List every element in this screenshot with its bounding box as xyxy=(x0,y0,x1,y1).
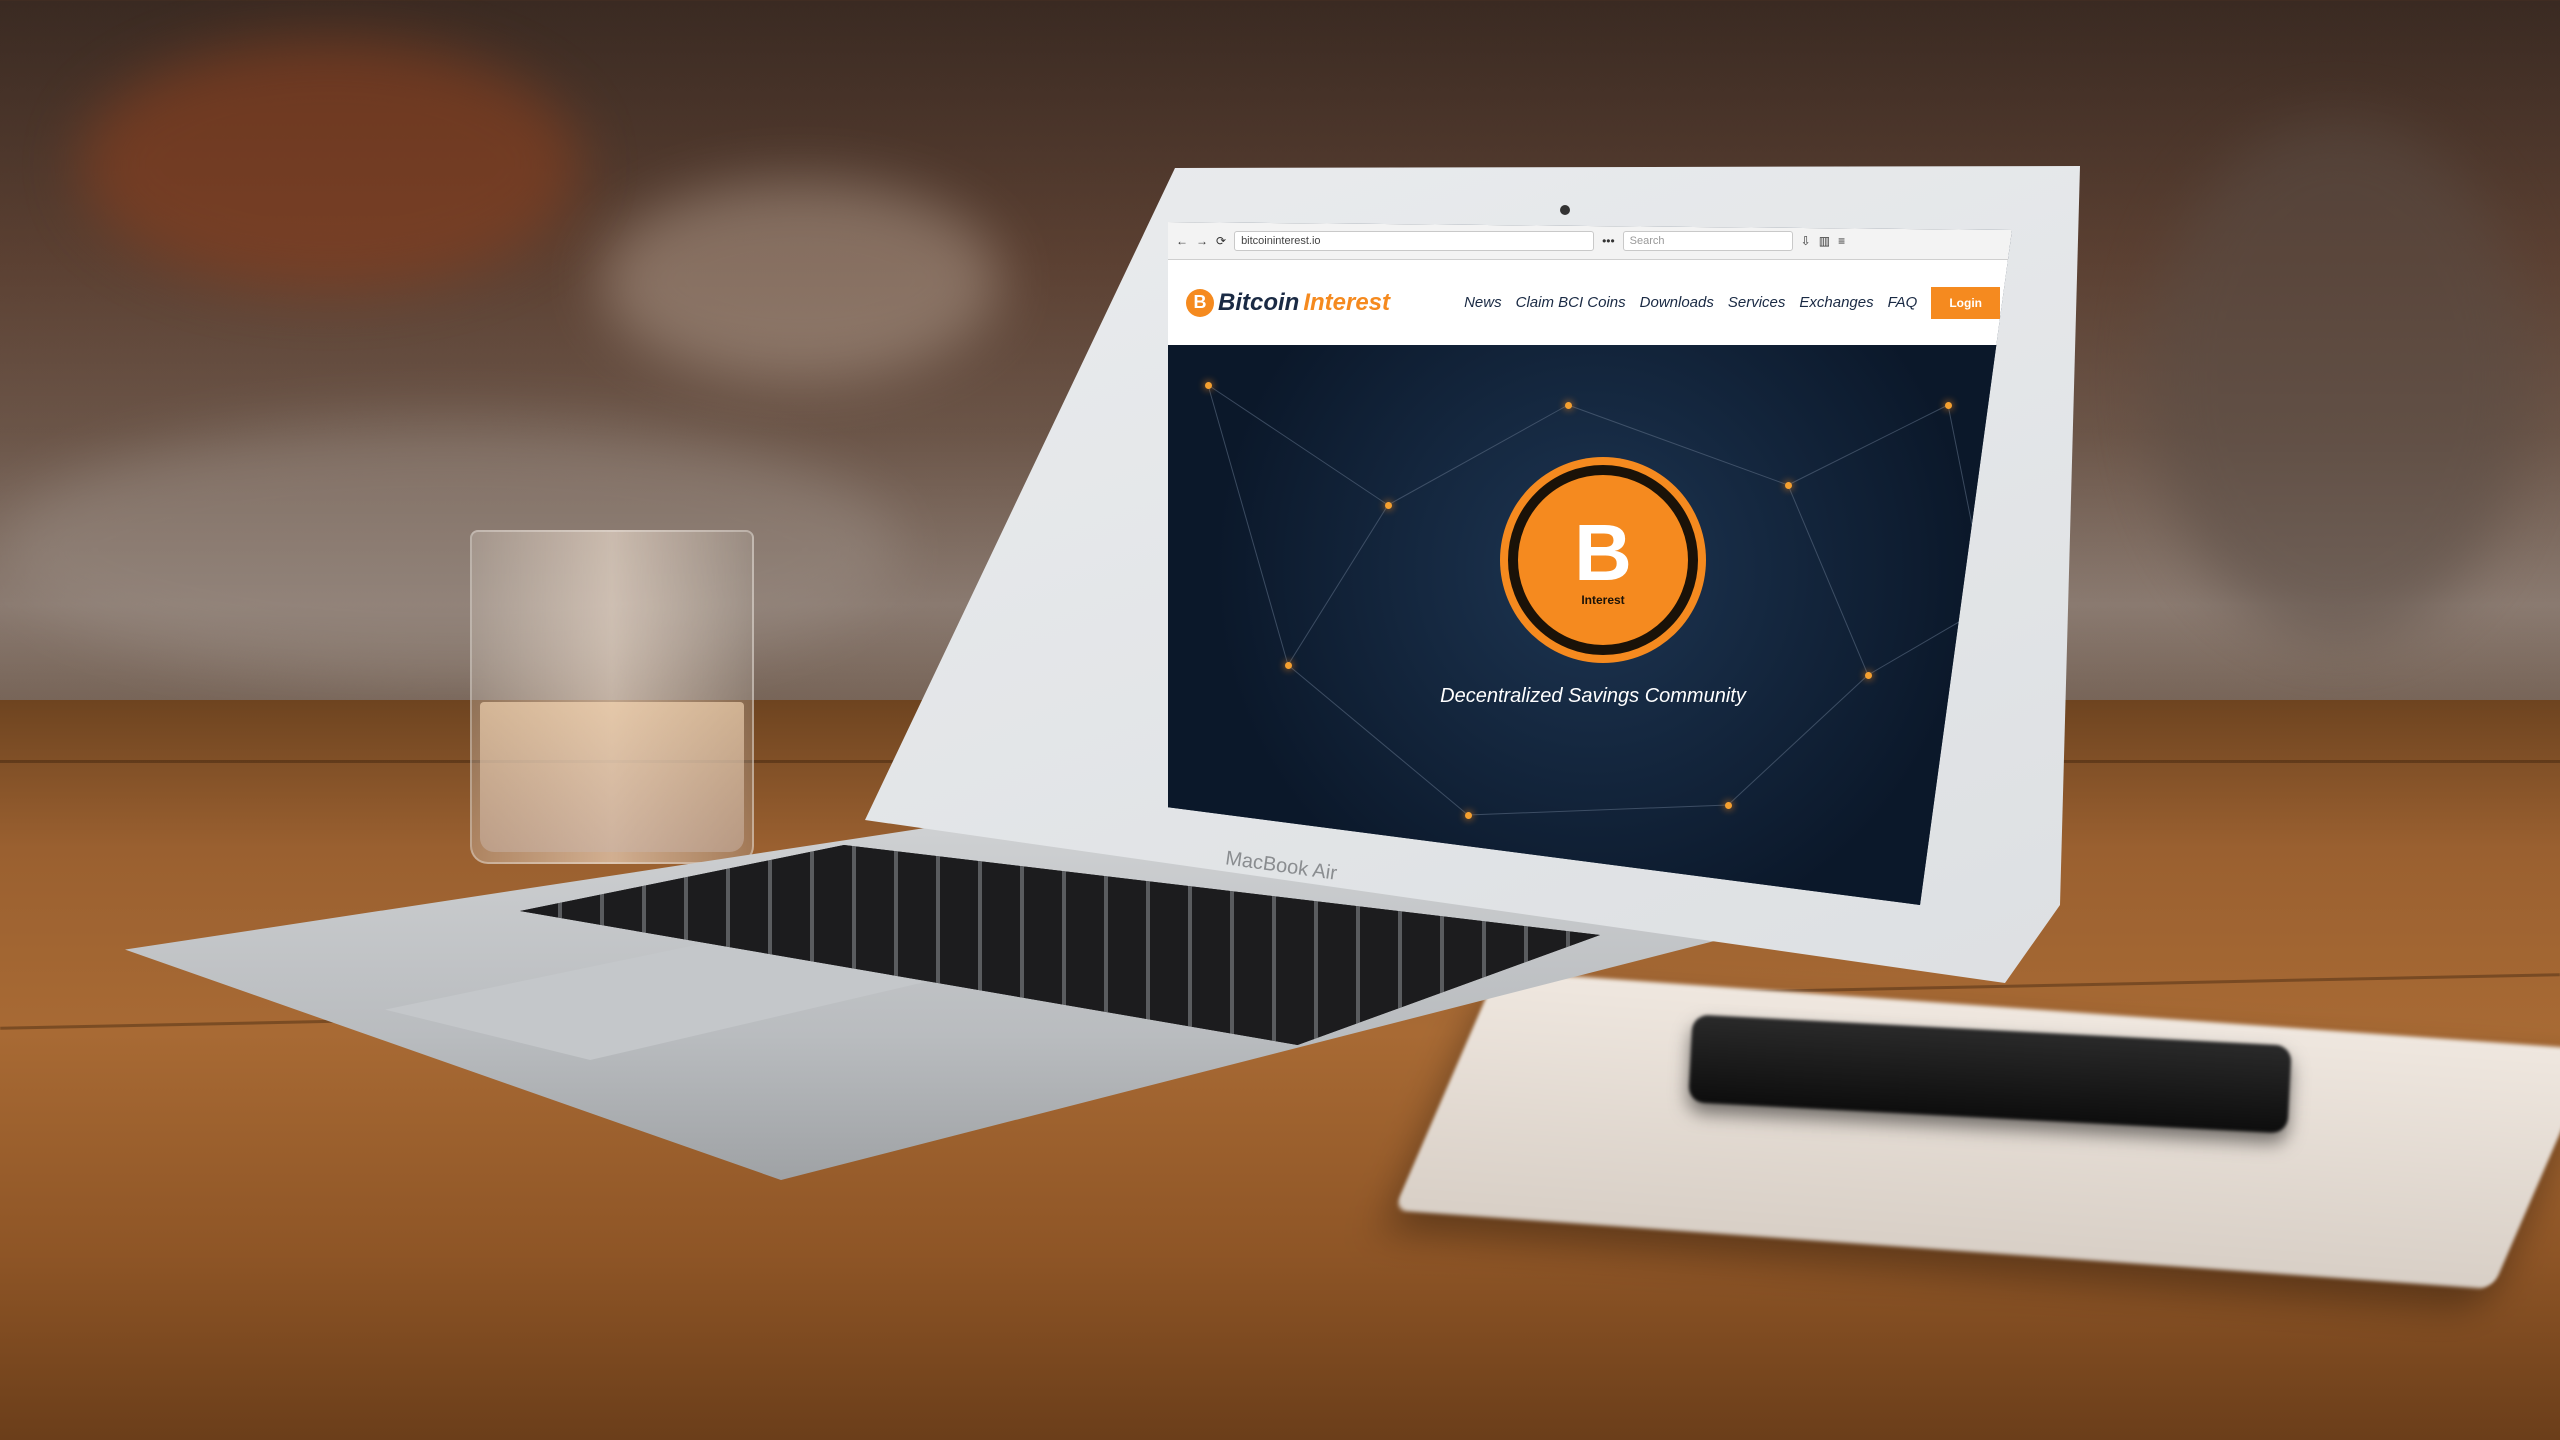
bokeh-light xyxy=(2150,120,2530,640)
address-bar[interactable]: bitcoininterest.io xyxy=(1234,230,1595,251)
network-node xyxy=(1385,502,1392,509)
network-node xyxy=(1565,402,1572,409)
network-node xyxy=(1945,402,1952,409)
glass-water xyxy=(480,702,744,852)
bitcoin-symbol: B xyxy=(1574,508,1632,597)
download-icon[interactable]: ⇩ xyxy=(1801,234,1811,248)
network-node xyxy=(1205,382,1212,389)
forward-icon[interactable]: → xyxy=(1196,234,1208,248)
hero-section: B Interest Decentralized Savings Communi… xyxy=(1168,345,2012,905)
bitcoin-logo-icon: B xyxy=(1186,288,1214,317)
library-icon[interactable]: ▥ xyxy=(1819,234,1830,248)
water-glass xyxy=(470,530,754,864)
logo-word-bitcoin: Bitcoin xyxy=(1218,288,1300,316)
network-node xyxy=(1785,482,1792,489)
hero-tagline: Decentralized Savings Community xyxy=(1440,685,1746,707)
network-node xyxy=(1285,662,1292,669)
logo-word-interest: Interest xyxy=(1303,288,1391,316)
bokeh-light xyxy=(0,420,900,680)
site-logo[interactable]: B Bitcoin Interest xyxy=(1186,288,1391,317)
nav-news[interactable]: News xyxy=(1464,294,1502,311)
login-button[interactable]: Login xyxy=(1931,286,2000,319)
bokeh-light xyxy=(80,40,580,290)
nav-services[interactable]: Services xyxy=(1728,294,1786,311)
nav-claim-bci-coins[interactable]: Claim BCI Coins xyxy=(1516,294,1626,311)
nav-exchanges[interactable]: Exchanges xyxy=(1799,294,1873,311)
network-node xyxy=(1725,802,1732,809)
webcam-icon xyxy=(1560,205,1570,215)
site-header: B Bitcoin Interest News Claim BCI Coins … xyxy=(1168,260,2012,345)
menu-icon[interactable]: ≡ xyxy=(1838,234,1845,248)
back-icon[interactable]: ← xyxy=(1176,234,1188,248)
network-node xyxy=(1865,672,1872,679)
nav-downloads[interactable]: Downloads xyxy=(1640,294,1714,311)
bokeh-light xyxy=(600,180,1000,380)
search-input[interactable]: Search xyxy=(1622,230,1793,251)
reload-icon[interactable]: ⟳ xyxy=(1216,234,1226,248)
nav-faq[interactable]: FAQ xyxy=(1888,294,1918,311)
browser-window: ← → ⟳ bitcoininterest.io ••• Search ⇩ ▥ … xyxy=(1168,222,2012,905)
coin-label: Interest xyxy=(1581,593,1625,607)
site-nav: News Claim BCI Coins Downloads Services … xyxy=(1464,286,2000,319)
network-node xyxy=(1465,812,1472,819)
bitcoin-interest-coin-icon: B Interest xyxy=(1508,465,1698,655)
more-icon[interactable]: ••• xyxy=(1602,234,1615,248)
